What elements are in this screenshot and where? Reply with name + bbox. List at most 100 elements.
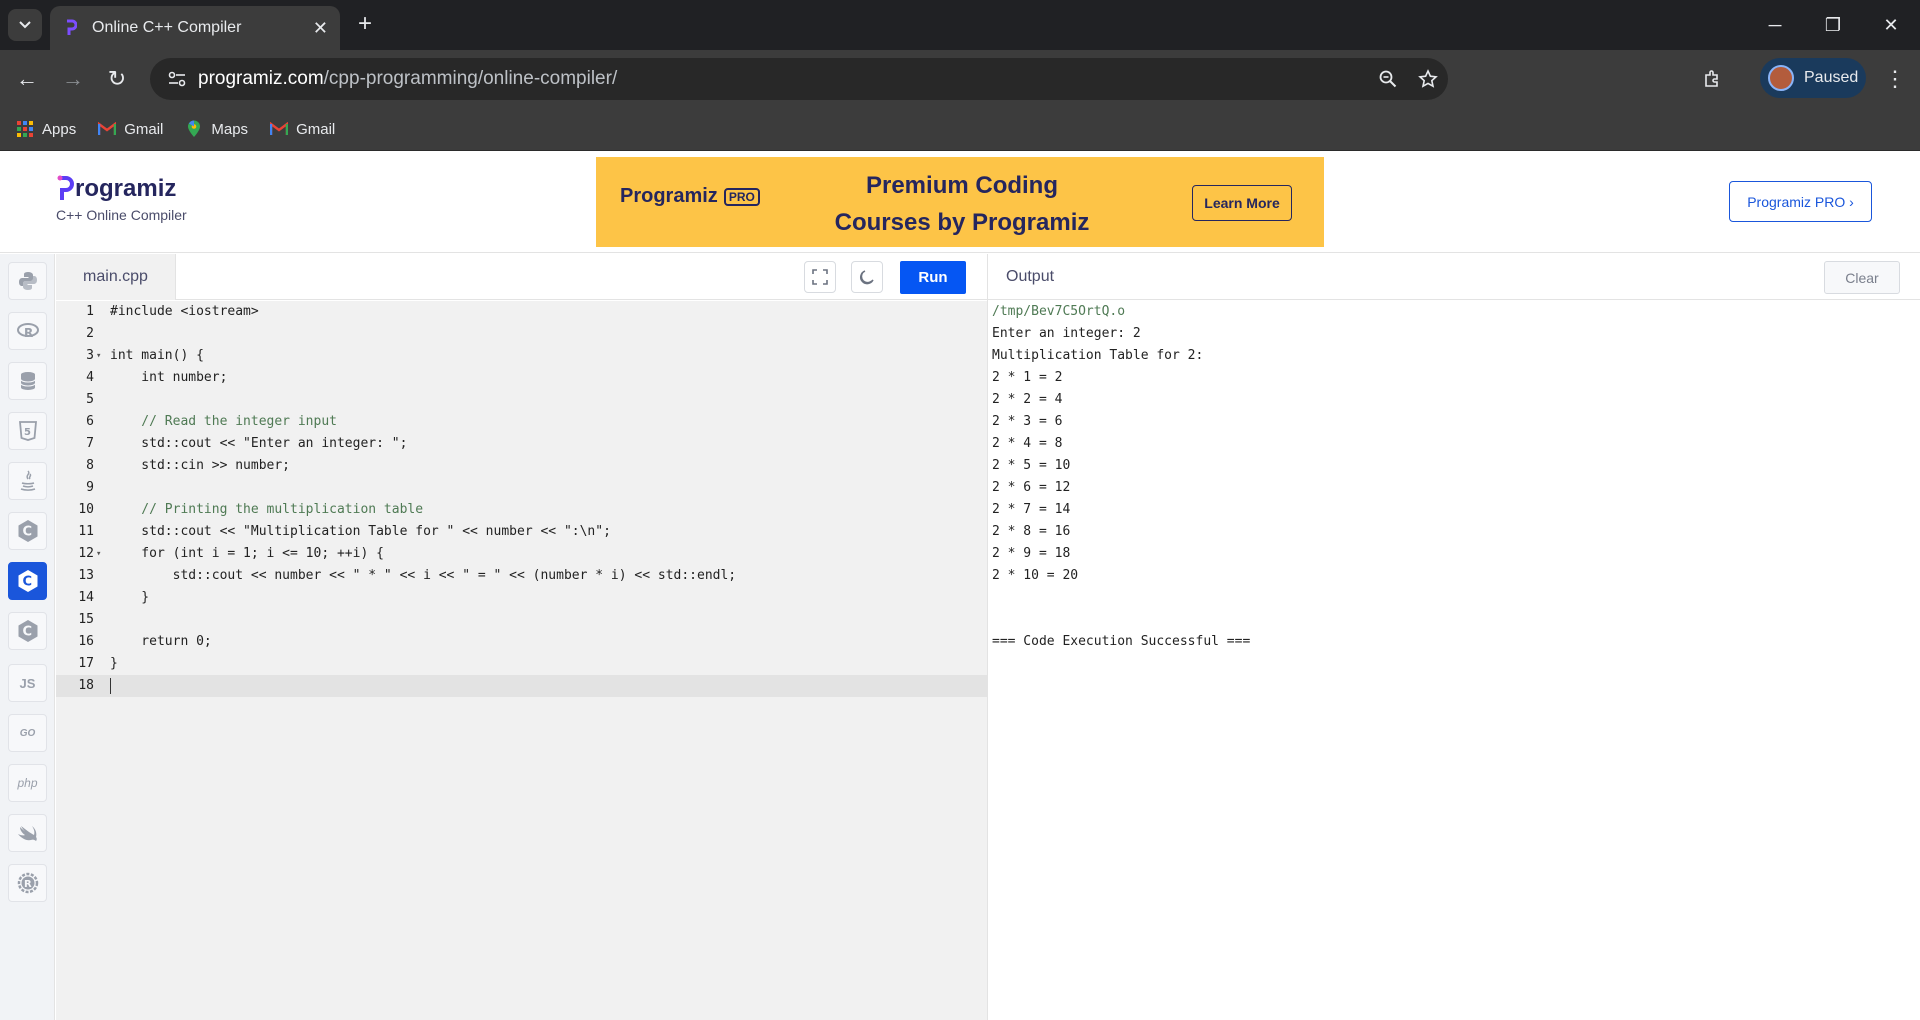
code-editor[interactable]: 1 #include <iostream> 2 3 ▾ int main() { 4 … [56,301,987,1020]
bookmark-label: Gmail [296,120,336,138]
tab-title: Online C++ Compiler [92,19,242,36]
html-icon[interactable]: 5 [8,412,47,450]
c-icon[interactable]: C [8,512,47,550]
code-line: 7 std::cout << "Enter an integer: "; [56,433,987,455]
bookmark-label: Apps [42,120,77,138]
new-tab-button[interactable]: + [352,12,378,38]
code-line: 13 std::cout << number << " * " << i << … [56,565,987,587]
output-line: Multiplication Table for 2: [992,348,1204,363]
bookmark-gmail[interactable]: Gmail [270,120,335,138]
js-label: JS [19,675,36,691]
restore-icon[interactable]: ❐ [1804,0,1862,50]
zoom-icon[interactable] [1368,70,1408,88]
close-window-icon[interactable]: ✕ [1862,0,1920,50]
code-line-text: return 0; [110,634,212,649]
pro-badge: PRO [723,187,760,206]
browser-tabstrip: Online C++ Compiler ✕ + ─ ❐ ✕ [0,0,1920,50]
go-label: GO [19,727,36,739]
run-button[interactable]: Run [900,261,966,294]
reload-icon[interactable]: ↻ [102,64,132,94]
code-line: 1 #include <iostream> [56,301,987,323]
browser-tab[interactable]: Online C++ Compiler ✕ [50,6,340,50]
output-line: === Code Execution Successful === [992,634,1251,649]
code-line-text: std::cin >> number; [110,458,291,473]
back-arrow-icon[interactable]: ← [12,64,42,94]
compiler-subtitle: C++ Online Compiler [56,207,187,223]
output-header: Output Clear [988,254,1920,300]
code-line: 2 [86,326,94,341]
code-line: 4 int number; [56,367,987,389]
moon-icon [859,270,874,285]
address-bar[interactable]: programiz.com/cpp-programming/online-com… [150,58,1448,100]
code-line-current: 18 [56,675,987,697]
output-line: 2 * 2 = 4 [992,392,1063,407]
url-path: /cpp-programming/online-compiler/ [323,68,618,89]
r-glyph: R [24,326,33,339]
forward-arrow-icon[interactable]: → [58,64,88,94]
fold-arrow-icon[interactable]: ▾ [96,345,101,367]
csharp-icon[interactable]: C [8,612,47,650]
profile-button[interactable]: Paused [1760,58,1866,98]
fullscreen-button[interactable] [804,261,836,293]
java-icon[interactable] [8,462,47,500]
code-line-text: int number; [110,370,228,385]
output-panel: /tmp/Bev7C5OrtQ.o Enter an integer: 2 Mu… [988,301,1920,1020]
rust-icon[interactable]: R [8,864,47,902]
apps-grid-icon [16,120,34,138]
bookmark-apps[interactable]: Apps [16,120,76,138]
minimize-icon[interactable]: ─ [1746,0,1804,50]
programiz-favicon-icon [62,19,80,37]
code-line-text: #include <iostream> [110,304,259,319]
tab-search-button[interactable] [8,9,42,41]
code-line: 10 // Printing the multiplication table [56,499,987,521]
language-sidebar: R 5 C C C JS GO php R [0,254,55,1020]
more-menu-icon[interactable]: ⋮ [1880,64,1910,94]
code-line: 8 std::cin >> number; [56,455,987,477]
file-tab-main-cpp[interactable]: main.cpp [56,254,176,300]
r-icon[interactable]: R [8,312,47,350]
php-icon[interactable]: php [8,764,47,802]
close-tab-icon[interactable]: ✕ [313,18,328,39]
clear-button[interactable]: Clear [1824,261,1900,294]
sql-icon[interactable] [8,362,47,400]
programiz-p-icon [57,175,74,200]
bookmark-maps[interactable]: Maps [185,120,248,138]
python-icon[interactable] [8,262,47,300]
site-info-icon[interactable] [164,66,190,92]
window-controls: ─ ❐ ✕ [1746,0,1920,50]
output-line: 2 * 8 = 16 [992,524,1071,539]
editor-header: main.cpp Run [56,254,987,300]
html-glyph: 5 [24,427,31,438]
output-line: 2 * 9 = 18 [992,546,1071,561]
programiz-pro-button[interactable]: Programiz PRO › [1729,181,1872,222]
dark-mode-button[interactable] [851,261,883,293]
code-line: 17} [56,653,987,675]
javascript-icon[interactable]: JS [8,664,47,702]
swift-icon[interactable] [8,814,47,852]
banner-title: Premium Coding Courses by Programiz [812,167,1112,241]
bookmark-gmail[interactable]: Gmail [98,120,163,138]
bookmark-star-icon[interactable] [1408,69,1448,89]
promo-banner[interactable]: Programiz PRO Premium Coding Courses by … [596,157,1324,247]
code-line: 15 [78,612,94,627]
url-host: programiz.com [198,68,324,89]
gmail-icon [270,120,289,138]
code-line-text: int main() { [110,348,204,363]
code-line: 3 ▾ int main() { [56,345,987,367]
profile-status: Paused [1804,69,1859,86]
extensions-icon[interactable] [1698,64,1728,94]
rust-glyph: R [24,879,32,890]
fold-arrow-icon[interactable]: ▾ [96,543,101,565]
learn-more-button[interactable]: Learn More [1192,185,1292,221]
code-line: 5 [86,392,94,407]
output-line: 2 * 3 = 6 [992,414,1063,429]
programiz-logo[interactable]: rogramiz C++ Online Compiler [56,175,187,223]
output-title: Output [1006,268,1055,285]
banner-logo-text: Programiz [620,185,718,207]
cpp-icon[interactable]: C [8,562,47,600]
banner-title-line2: Courses by Programiz [834,209,1090,236]
bookmark-label: Gmail [124,120,164,138]
go-icon[interactable]: GO [8,714,47,752]
gmail-icon [98,120,117,138]
